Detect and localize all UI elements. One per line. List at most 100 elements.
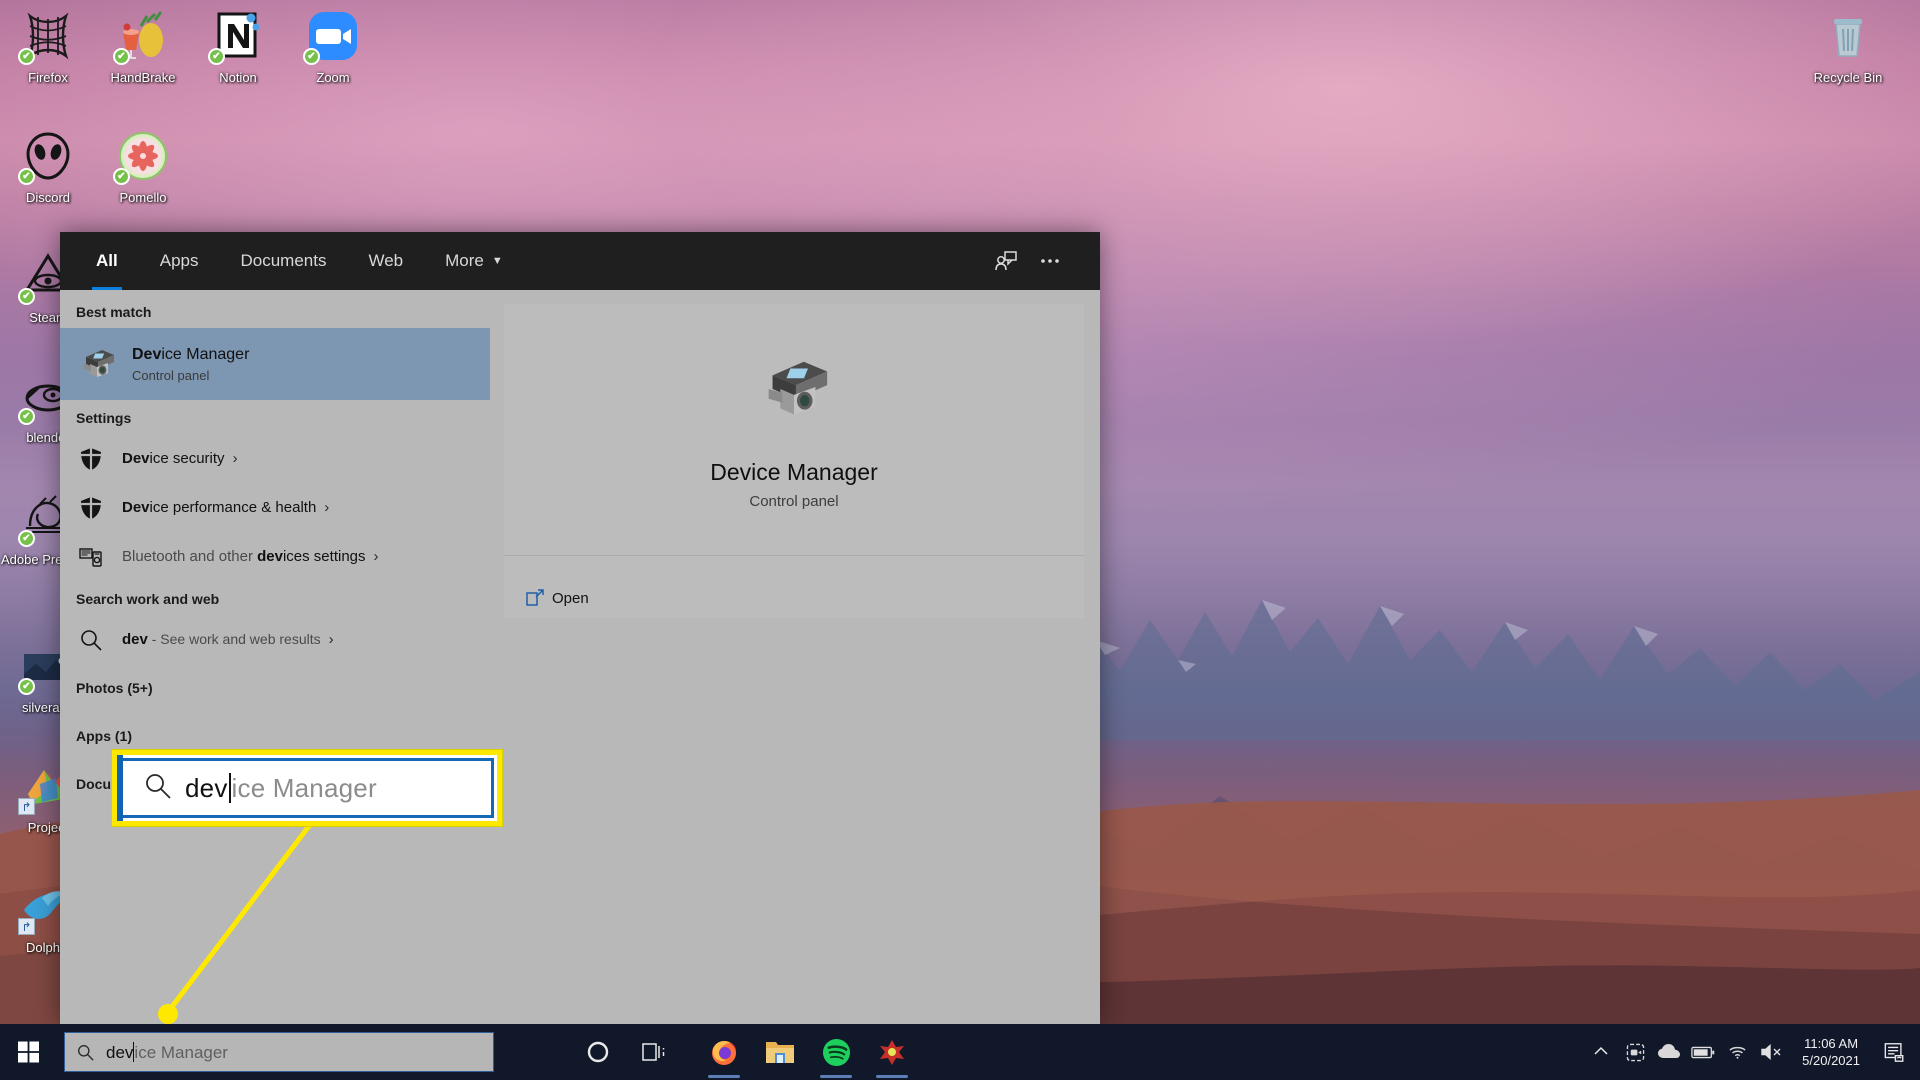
- open-button-label: Open: [552, 589, 589, 607]
- taskbar-app-firefox[interactable]: [696, 1024, 752, 1080]
- search-icon: [76, 625, 106, 655]
- feedback-icon[interactable]: [984, 239, 1028, 283]
- sync-check-badge: [208, 48, 225, 65]
- shortcut-badge: [18, 798, 35, 815]
- tab-apps[interactable]: Apps: [152, 232, 207, 290]
- discord-icon: [18, 128, 76, 185]
- chevron-right-icon: ›: [232, 450, 238, 467]
- tab-web[interactable]: Web: [360, 232, 411, 290]
- tab-documents[interactable]: Documents: [232, 232, 334, 290]
- wifi-icon[interactable]: [1720, 1024, 1754, 1080]
- result-title-rest: ice Manager: [161, 345, 250, 363]
- taskbar-search-box[interactable]: device Manager: [64, 1032, 494, 1072]
- tab-label: Apps: [159, 251, 199, 270]
- result-title-bold: Dev: [122, 498, 150, 516]
- clock-date: 5/20/2021: [1802, 1053, 1860, 1068]
- clock[interactable]: 11:06 AM 5/20/2021: [1788, 1024, 1874, 1080]
- desktop-icon-discord[interactable]: Discord: [0, 128, 96, 205]
- tab-all[interactable]: All: [88, 232, 126, 290]
- desktop-icon-label: Notion: [219, 70, 257, 85]
- preview-subtitle: Control panel: [749, 492, 839, 510]
- desktop-icon-zoom[interactable]: Zoom: [285, 8, 381, 85]
- taskbar-app-file-explorer[interactable]: [752, 1024, 808, 1080]
- section-apps: Apps (1): [76, 728, 132, 744]
- handbrake-icon: [113, 8, 171, 65]
- device-manager-icon: [755, 350, 833, 433]
- section-settings: Settings: [76, 410, 132, 426]
- sync-check-badge: [18, 678, 35, 695]
- preview-card: Device Manager Control panel: [504, 304, 1084, 556]
- result-best-match-device-manager[interactable]: Device Manager Control panel: [60, 328, 490, 400]
- zoom-camera-icon[interactable]: [1618, 1024, 1652, 1080]
- taskbar-search-text: device Manager: [106, 1041, 228, 1063]
- desktop-icon-label: HandBrake: [110, 70, 176, 85]
- sync-check-badge: [113, 48, 130, 65]
- result-title-bold: dev: [122, 631, 148, 648]
- battery-icon[interactable]: [1686, 1024, 1720, 1080]
- volume-muted-icon[interactable]: [1754, 1024, 1788, 1080]
- clock-time: 11:06 AM: [1804, 1036, 1859, 1051]
- result-title: Device performance & health: [122, 497, 316, 519]
- result-title: Bluetooth and other devices settings: [122, 546, 366, 568]
- desktop-icon-label: Firefox: [28, 70, 68, 85]
- result-title: Device security: [122, 448, 225, 470]
- preview-column: Device Manager Control panel Open: [490, 290, 1100, 1026]
- chevron-right-icon: ›: [373, 548, 379, 565]
- search-typed-text: dev: [106, 1042, 134, 1062]
- result-device-security[interactable]: Device security ›: [60, 434, 490, 483]
- result-title-pre: Bluetooth and other: [122, 547, 258, 565]
- results-column: Best match Device Manager Control panel …: [60, 290, 490, 1026]
- pomello-icon: [113, 128, 171, 185]
- task-view-button[interactable]: [626, 1024, 682, 1080]
- desktop-icon-label: Pomello: [119, 190, 167, 205]
- tab-label: Documents: [240, 251, 327, 270]
- tab-more[interactable]: More ▼: [437, 232, 511, 290]
- search-tabs-bar: All Apps Documents Web More ▼: [60, 232, 1100, 290]
- notion-icon: [208, 8, 266, 65]
- search-results-body: Best match Device Manager Control panel …: [60, 290, 1100, 1026]
- tab-label: Web: [368, 251, 404, 270]
- firefox-icon: [18, 8, 76, 65]
- chevron-down-icon: ▼: [491, 255, 503, 267]
- desktop-icon-notion[interactable]: Notion: [190, 8, 286, 85]
- desktop-icon-label: Zoom: [316, 70, 350, 85]
- result-device-performance-health[interactable]: Device performance & health ›: [60, 483, 490, 532]
- desktop-icon-recycle-bin[interactable]: Recycle Bin: [1800, 8, 1896, 85]
- desktop-icon-label: Recycle Bin: [1813, 70, 1883, 85]
- sync-check-badge: [18, 168, 35, 185]
- sync-check-badge: [113, 168, 130, 185]
- magnified-search-box-inner: dev ice Manager: [123, 758, 494, 818]
- result-text: Device Manager Control panel: [132, 344, 478, 385]
- taskbar-app-red-app[interactable]: [864, 1024, 920, 1080]
- desktop-icon-handbrake[interactable]: HandBrake: [95, 8, 191, 85]
- start-button[interactable]: [0, 1024, 58, 1080]
- taskbar-app-spotify[interactable]: [808, 1024, 864, 1080]
- search-icon: [145, 773, 171, 804]
- open-button[interactable]: Open: [518, 578, 1084, 618]
- action-center-icon[interactable]: [1874, 1024, 1914, 1080]
- show-hidden-icons-icon[interactable]: [1584, 1024, 1618, 1080]
- desktop-icon-pomello[interactable]: Pomello: [95, 128, 191, 205]
- result-title-bold: Dev: [122, 449, 150, 467]
- desktop-icon-label: Discord: [25, 190, 71, 205]
- sync-check-badge: [303, 48, 320, 65]
- cortana-button[interactable]: [570, 1024, 626, 1080]
- bluetooth-devices-icon: [76, 542, 106, 572]
- search-suggestion-text: ice Manager: [134, 1042, 228, 1062]
- result-web-search-dev[interactable]: dev - See work and web results ›: [60, 615, 490, 664]
- chevron-right-icon: ›: [324, 499, 330, 516]
- result-title: dev - See work and web results: [122, 628, 321, 651]
- chevron-right-icon: ›: [328, 631, 334, 648]
- magnified-search-box[interactable]: dev ice Manager: [112, 750, 502, 826]
- more-options-icon[interactable]: [1028, 239, 1072, 283]
- onedrive-cloud-icon[interactable]: [1652, 1024, 1686, 1080]
- result-bluetooth-devices-settings[interactable]: Bluetooth and other devices settings ›: [60, 532, 490, 581]
- preview-title: Device Manager: [710, 458, 878, 485]
- system-tray: 11:06 AM 5/20/2021: [1584, 1024, 1920, 1080]
- sync-check-badge: [18, 288, 35, 305]
- recycle-bin-icon: [1820, 8, 1876, 64]
- desktop-icon-firefox[interactable]: Firefox: [0, 8, 96, 85]
- running-indicator: [876, 1075, 908, 1078]
- result-title-rest: ice security: [149, 449, 225, 467]
- text-cursor: [228, 772, 231, 803]
